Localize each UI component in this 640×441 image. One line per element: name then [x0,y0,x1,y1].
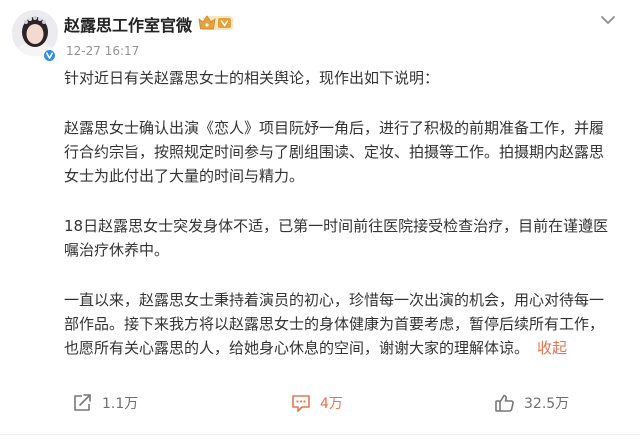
body-text: 也愿所有关心露思的人，给她身心休息的空间，谢谢大家的理解体谅。 [64,339,530,357]
body-line: 嘱治疗休养中。 [64,241,170,259]
author-name[interactable]: 赵露思工作室官微 [64,12,192,36]
body-line: 针对近日有关赵露思女士的相关舆论，现作出如下说明： [64,69,440,87]
crown-level-badge-icon[interactable] [197,13,235,33]
collapse-link[interactable]: 收起 [537,339,567,357]
comment-button[interactable]: 4万 [290,391,343,415]
body-line: 18日赵露思女士突发身体不适，已第一时间前往医院接受检查治疗，目前在谨遵医 [64,217,609,235]
share-forward-icon [74,394,91,411]
body-line: 一直以来，赵露思女士秉持着演员的初心，珍惜每一次出演的机会，用心对待每一 [64,291,605,309]
body-line: 行合约宗旨，按照规定时间参与了剧组围读、定妆、拍摄等工作。拍摄期内赵露思 [64,143,605,161]
thumb-up-icon [495,394,514,412]
body-line: 赵露思女士确认出演《恋人》项目阮妤一角后，进行了积极的前期准备工作，并履 [64,119,605,137]
chevron-down-icon[interactable] [600,14,616,26]
body-line: 部作品。接下来我方将以赵露思女士的身体健康为首要考虑，暂停后续所有工作， [64,315,605,333]
like-count: 32.5万 [524,396,570,412]
forward-button[interactable]: 1.1万 [72,391,138,415]
body-line: 女士为此付出了大量的时间与精力。 [64,167,305,185]
like-button[interactable]: 32.5万 [494,391,569,415]
verified-v-icon [42,48,57,63]
comment-count: 4万 [320,396,343,412]
post-timestamp[interactable]: 12-27 16:17 [66,44,139,58]
bottom-divider [0,434,640,435]
action-bar: 1.1万 4万 32.5万 [0,385,640,423]
comment-icon [292,395,310,412]
forward-count: 1.1万 [102,396,139,412]
post-header: 赵露思工作室官微 12-27 16:17 [0,0,640,70]
body-line-last: 也愿所有关心露思的人，给她身心休息的空间，谢谢大家的理解体谅。 收起 [64,336,640,360]
post-body: 针对近日有关赵露思女士的相关舆论，现作出如下说明： 赵露思女士确认出演《恋人》项… [64,66,640,360]
